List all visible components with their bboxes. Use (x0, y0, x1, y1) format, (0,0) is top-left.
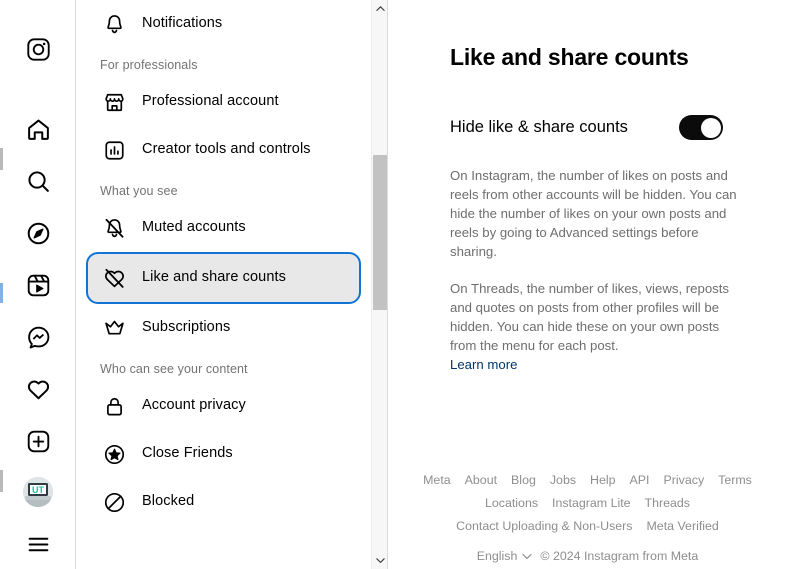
learn-more-link[interactable]: Learn more (450, 355, 517, 374)
settings-menu-item-account-privacy[interactable]: Account privacy (86, 382, 361, 430)
instagram-description: On Instagram, the number of likes on pos… (450, 168, 737, 259)
scroll-down-arrow-icon[interactable] (372, 552, 387, 569)
crown-icon (100, 314, 128, 342)
settings-menu-item-muted-accounts[interactable]: Muted accounts (86, 204, 361, 252)
notifications-heart-icon[interactable] (19, 370, 57, 408)
settings-menu-item-label: Creator tools and controls (142, 141, 311, 158)
language-label: English (476, 549, 518, 563)
profile-avatar[interactable]: UT (23, 477, 53, 507)
footer-links-row-3: Contact Uploading & Non-Users Meta Verifi… (388, 519, 787, 533)
window-edge-sliver-mid (0, 283, 3, 303)
footer-link-terms[interactable]: Terms (718, 473, 752, 487)
blocked-icon (100, 488, 128, 516)
instagram-logo[interactable] (19, 30, 57, 68)
settings-menu-item-label: Blocked (142, 493, 195, 510)
settings-menu-item-close-friends[interactable]: Close Friends (86, 430, 361, 478)
bar-chart-icon (100, 136, 128, 164)
hide-counts-label: Hide like & share counts (450, 118, 628, 136)
scrollbar-thumb[interactable] (373, 155, 387, 310)
settings-menu-pane: Notifications For professionals Professio… (76, 0, 388, 569)
footer-link-meta[interactable]: Meta (423, 473, 451, 487)
settings-section-header: For professionals (100, 58, 198, 72)
reels-icon[interactable] (19, 266, 57, 304)
toggle-knob (700, 117, 721, 138)
footer-link-help[interactable]: Help (590, 473, 615, 487)
settings-menu-item-label: Close Friends (142, 445, 233, 462)
footer-link-about[interactable]: About (465, 473, 497, 487)
hide-counts-row: Hide like & share counts (450, 115, 747, 140)
messages-icon[interactable] (19, 318, 57, 356)
settings-section-header: Who can see your content (100, 362, 248, 376)
bell-icon (100, 10, 128, 38)
settings-menu-item-professional-account[interactable]: Professional account (86, 78, 361, 126)
settings-menu-item-label: Professional account (142, 93, 279, 110)
settings-section-header: What you see (100, 184, 178, 198)
footer-links-row-1: Meta About Blog Jobs Help API Privacy Terms (388, 473, 787, 487)
window-edge-sliver-top (0, 148, 3, 170)
instagram-settings-window: UT Notifications For professionals Profes… (0, 0, 787, 569)
settings-menu-item-blocked[interactable]: Blocked (86, 478, 361, 526)
settings-menu-item-notifications[interactable]: Notifications (86, 0, 361, 48)
footer-link-instagram-lite[interactable]: Instagram Lite (552, 496, 631, 510)
settings-menu-item-label: Like and share counts (142, 269, 286, 286)
heart-slash-icon (100, 264, 128, 292)
window-edge-sliver-bottom (0, 470, 3, 492)
more-hamburger-icon[interactable] (19, 525, 57, 563)
settings-menu-item-label: Notifications (142, 15, 223, 32)
left-nav-rail: UT (0, 0, 76, 569)
star-circle-icon (100, 440, 128, 468)
copyright-text: © 2024 Instagram from Meta (540, 549, 699, 563)
lock-icon (100, 392, 128, 420)
settings-list-scrollbar[interactable] (371, 0, 387, 569)
explore-icon[interactable] (19, 214, 57, 252)
footer-link-threads[interactable]: Threads (645, 496, 690, 510)
footer-link-api[interactable]: API (630, 473, 650, 487)
footer-link-privacy[interactable]: Privacy (664, 473, 705, 487)
chevron-down-icon (522, 553, 532, 559)
page-title: Like and share counts (450, 44, 689, 70)
settings-menu-item-like-and-share-counts[interactable]: Like and share counts (86, 252, 361, 304)
hide-counts-toggle[interactable] (679, 115, 723, 140)
create-icon[interactable] (19, 422, 57, 460)
footer-link-meta-verified[interactable]: Meta Verified (646, 519, 718, 533)
svg-text:UT: UT (32, 485, 44, 495)
footer-bottom-row: English © 2024 Instagram from Meta (388, 549, 787, 563)
settings-menu-item-label: Account privacy (142, 397, 246, 414)
footer-link-locations[interactable]: Locations (485, 496, 538, 510)
main-content-panel: Like and share counts Hide like & share … (388, 0, 787, 569)
bell-muted-icon (100, 214, 128, 242)
search-icon[interactable] (19, 162, 57, 200)
scroll-up-arrow-icon[interactable] (372, 0, 387, 17)
footer-link-blog[interactable]: Blog (511, 473, 536, 487)
settings-menu-item-label: Muted accounts (142, 219, 246, 236)
settings-menu-list: Notifications For professionals Professio… (76, 0, 371, 526)
footer: Meta About Blog Jobs Help API Privacy Terms Loc… (388, 473, 787, 563)
footer-link-contact-uploading-non-users[interactable]: Contact Uploading & Non-Users (456, 519, 632, 533)
footer-link-jobs[interactable]: Jobs (550, 473, 576, 487)
home-icon[interactable] (19, 110, 57, 148)
storefront-icon (100, 88, 128, 116)
footer-links-row-2: Locations Instagram Lite Threads (388, 496, 787, 510)
language-selector[interactable]: English (477, 549, 533, 563)
settings-menu-item-label: Subscriptions (142, 319, 231, 336)
settings-menu-item-creator-tools-and-controls[interactable]: Creator tools and controls (86, 126, 361, 174)
settings-menu-item-subscriptions[interactable]: Subscriptions (86, 304, 361, 352)
threads-description: On Threads, the number of likes, views, … (450, 281, 730, 353)
